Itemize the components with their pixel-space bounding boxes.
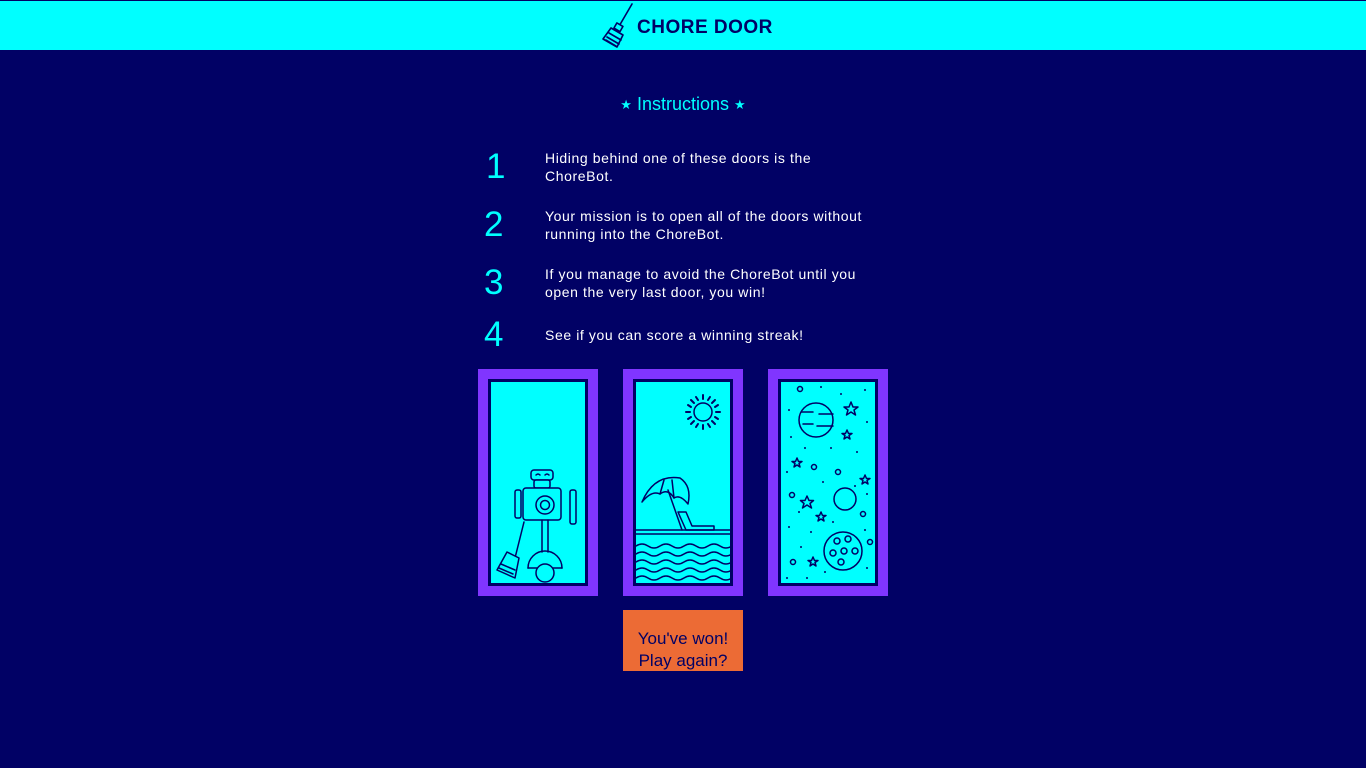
step-number: 3 <box>484 263 504 302</box>
app-title: CHORE DOOR <box>637 17 773 38</box>
door-2[interactable] <box>623 369 743 596</box>
step-text: If you manage to avoid the ChoreBot unti… <box>545 266 857 300</box>
star-icon: ★ <box>734 97 746 112</box>
broom-icon <box>601 2 635 50</box>
door-1-image <box>488 379 588 586</box>
header-bar: CHORE DOOR <box>0 0 1366 50</box>
door-1[interactable] <box>478 369 598 596</box>
play-again-label: Play again? <box>638 651 728 670</box>
step-number: 2 <box>484 205 504 244</box>
robot-icon <box>496 469 577 583</box>
play-again-button[interactable]: You've won! Play again? <box>623 610 743 671</box>
star-icon: ★ <box>620 97 632 112</box>
instructions-title: Instructions <box>636 94 730 114</box>
step-number: 1 <box>486 147 506 186</box>
step-text: See if you can score a winning streak! <box>545 327 804 343</box>
step-number: 4 <box>484 315 504 354</box>
result-message: You've won! <box>637 629 729 648</box>
door-2-image <box>633 379 733 586</box>
beach-icon <box>636 394 730 581</box>
step-text: Your mission is to open all of the doors… <box>545 208 863 242</box>
door-3[interactable] <box>768 369 888 596</box>
logo: CHORE DOOR <box>601 1 773 51</box>
step-text: Hiding behind one of these doors is the … <box>545 150 812 184</box>
instructions-heading: ★ Instructions ★ <box>0 92 1366 117</box>
space-icon <box>786 385 874 579</box>
door-3-image <box>778 379 878 586</box>
